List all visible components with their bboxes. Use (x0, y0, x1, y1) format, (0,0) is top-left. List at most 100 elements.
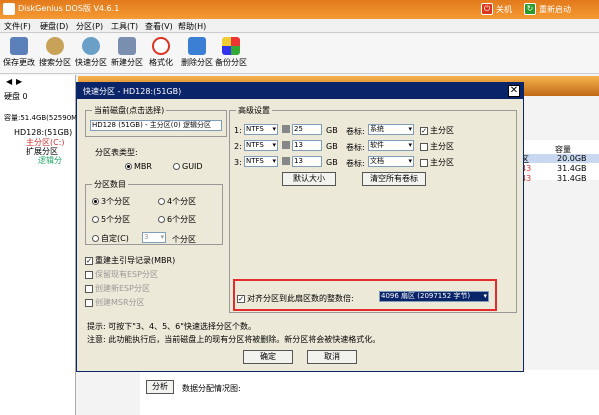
save-changes-button[interactable]: 保存更改 (2, 37, 36, 68)
warning-text: 注意: 此功能执行后，当前磁盘上的现有分区将被删除。新分区将会被快速格式化。 (87, 335, 381, 344)
menu-file[interactable]: 文件(F) (4, 21, 31, 32)
table-type-label: 分区表类型: (95, 148, 138, 157)
delete-partition-button[interactable]: 删除分区 (180, 37, 214, 68)
ok-button[interactable]: 确定 (243, 350, 293, 364)
menu-partition[interactable]: 分区(P) (76, 21, 103, 32)
format-icon (152, 37, 170, 55)
toolbar: 保存更改 搜索分区 快速分区 新建分区 格式化 删除分区 备份分区 (0, 34, 599, 74)
row2-fs-select[interactable]: NTFS (244, 140, 278, 151)
count-4-radio[interactable]: 4个分区 (158, 196, 196, 207)
menu-help[interactable]: 帮助(H) (178, 21, 206, 32)
custom-count-radio[interactable]: 自定(C) (92, 233, 129, 244)
size-icon (282, 157, 290, 165)
data-map-label: 数据分配情况图: (182, 384, 241, 393)
row2-unit: GB (326, 142, 338, 151)
disk-label: 硬盘 0 (4, 92, 28, 101)
menu-tools[interactable]: 工具(T) (111, 21, 138, 32)
custom-count-select[interactable]: 3 (142, 232, 166, 243)
row1-size-input[interactable]: 25 (292, 124, 322, 135)
quick-partition-button[interactable]: 快速分区 (74, 37, 108, 68)
shutdown-icon[interactable]: ⏻ (481, 3, 493, 15)
create-esp-checkbox[interactable]: 创建新ESP分区 (85, 283, 150, 294)
app-title: DiskGenius DOS版 V4.6.1 (18, 4, 120, 13)
row1-primary-checkbox[interactable]: ✓ 主分区 (420, 125, 454, 136)
advanced-settings-legend: 高级设置 (238, 106, 270, 115)
search-icon (46, 37, 64, 55)
row1-vol-label: 卷标: (346, 127, 365, 136)
partition-count-legend: 分区数目 (94, 180, 126, 189)
tree-logical[interactable]: 逻辑分 (38, 155, 62, 166)
dialog-title-bar: 快速分区 - HD128:(51GB) ✕ (77, 83, 523, 99)
row1-unit: GB (326, 126, 338, 135)
row2-primary-checkbox[interactable]: 主分区 (420, 141, 454, 152)
shutdown-button[interactable]: 关机 (496, 4, 512, 15)
analyze-button[interactable]: 分析 (146, 380, 174, 394)
menu-view[interactable]: 查看(V) (145, 21, 173, 32)
disk-tree-panel: ◀ ▶ 硬盘 0 容量:51.4GB(52590M HD128:(51GB) 主… (0, 75, 78, 415)
row3-vol-label: 卷标: (346, 159, 365, 168)
backup-partition-button[interactable]: 备份分区 (214, 37, 248, 68)
align-sectors-select[interactable]: 4096 扇区 (2097152 字节) (379, 291, 489, 302)
close-icon[interactable]: ✕ (508, 85, 520, 97)
partition-grid: 容量 区 20.0GB 43 31.4GB 43 31.4GB (519, 140, 599, 183)
guid-label: GUID (182, 162, 203, 171)
row2-index: 2: (234, 142, 242, 151)
backup-icon (222, 37, 240, 55)
align-checkbox[interactable]: ✓ 对齐分区到此扇区数的整数倍: (237, 293, 354, 304)
row3-unit: GB (326, 158, 338, 167)
table-row[interactable]: 43 31.4GB (519, 164, 599, 173)
tree-disk[interactable]: HD128:(51GB) (14, 128, 72, 137)
row2-vol-label: 卷标: (346, 143, 365, 152)
keep-esp-checkbox[interactable]: 保留现有ESP分区 (85, 269, 158, 280)
clear-labels-button[interactable]: 清空所有卷标 (362, 172, 426, 186)
table-row[interactable]: 43 31.4GB (519, 174, 599, 183)
table-row[interactable]: 区 20.0GB (519, 154, 599, 164)
cancel-button[interactable]: 取消 (307, 350, 357, 364)
quick-partition-dialog: 快速分区 - HD128:(51GB) ✕ 当前磁盘(点击选择) HD128 (… (76, 82, 524, 372)
row3-size-input[interactable]: 13 (292, 156, 322, 167)
guid-radio[interactable]: GUID (173, 162, 203, 171)
new-partition-button[interactable]: 新建分区 (110, 37, 144, 68)
disk-select-field[interactable]: HD128 (51GB) - 主分区(0) 逻辑分区 (90, 120, 222, 131)
partition-count-group: 分区数目 3个分区 4个分区 5个分区 6个分区 自定(C) 3 个分区 (85, 179, 223, 245)
app-title-bar: DiskGenius DOS版 V4.6.1 ⏻ 关机 ↻ 重新启动 (0, 0, 599, 19)
size-icon (282, 125, 290, 133)
trash-icon (188, 37, 206, 55)
analysis-panel: 分析 数据分配情况图: (140, 370, 599, 415)
dialog-title: 快速分区 - HD128:(51GB) (83, 87, 182, 96)
row3-index: 3: (234, 158, 242, 167)
row1-vol-select[interactable]: 系统 (368, 124, 414, 135)
hint-text: 提示: 可按下"3、4、5、6"快速选择分区个数。 (87, 322, 256, 331)
row3-primary-checkbox[interactable]: 主分区 (420, 157, 454, 168)
row2-size-input[interactable]: 13 (292, 140, 322, 151)
disk-icon (82, 37, 100, 55)
nav-back-icon[interactable]: ◀ (6, 77, 12, 86)
create-msr-checkbox[interactable]: 创建MSR分区 (85, 297, 145, 308)
row2-vol-select[interactable]: 软件 (368, 140, 414, 151)
new-disk-icon (118, 37, 136, 55)
current-disk-group: 当前磁盘(点击选择) HD128 (51GB) - 主分区(0) 逻辑分区 (85, 105, 227, 137)
format-button[interactable]: 格式化 (144, 37, 178, 68)
row3-fs-select[interactable]: NTFS (244, 156, 278, 167)
menu-bar: 文件(F) 硬盘(D) 分区(P) 工具(T) 查看(V) 帮助(H) (0, 19, 599, 33)
restart-icon[interactable]: ↻ (524, 3, 536, 15)
mbr-radio[interactable]: MBR (125, 162, 152, 171)
current-disk-legend: 当前磁盘(点击选择) (94, 106, 165, 115)
nav-forward-icon[interactable]: ▶ (16, 77, 22, 86)
restart-button[interactable]: 重新启动 (539, 4, 571, 15)
mbr-label: MBR (134, 162, 152, 171)
disk-capacity: 容量:51.4GB(52590M (4, 114, 78, 122)
count-3-radio[interactable]: 3个分区 (92, 196, 130, 207)
app-icon (3, 3, 15, 15)
save-icon (10, 37, 28, 55)
default-size-button[interactable]: 默认大小 (282, 172, 336, 186)
row1-index: 1: (234, 126, 242, 135)
rebuild-mbr-checkbox[interactable]: ✓ 重建主引导记录(MBR) (85, 255, 175, 266)
count-6-radio[interactable]: 6个分区 (158, 214, 196, 225)
menu-disk[interactable]: 硬盘(D) (40, 21, 68, 32)
custom-count-unit: 个分区 (172, 235, 196, 244)
row1-fs-select[interactable]: NTFS (244, 124, 278, 135)
row3-vol-select[interactable]: 文档 (368, 156, 414, 167)
count-5-radio[interactable]: 5个分区 (92, 214, 130, 225)
search-partition-button[interactable]: 搜索分区 (38, 37, 72, 68)
